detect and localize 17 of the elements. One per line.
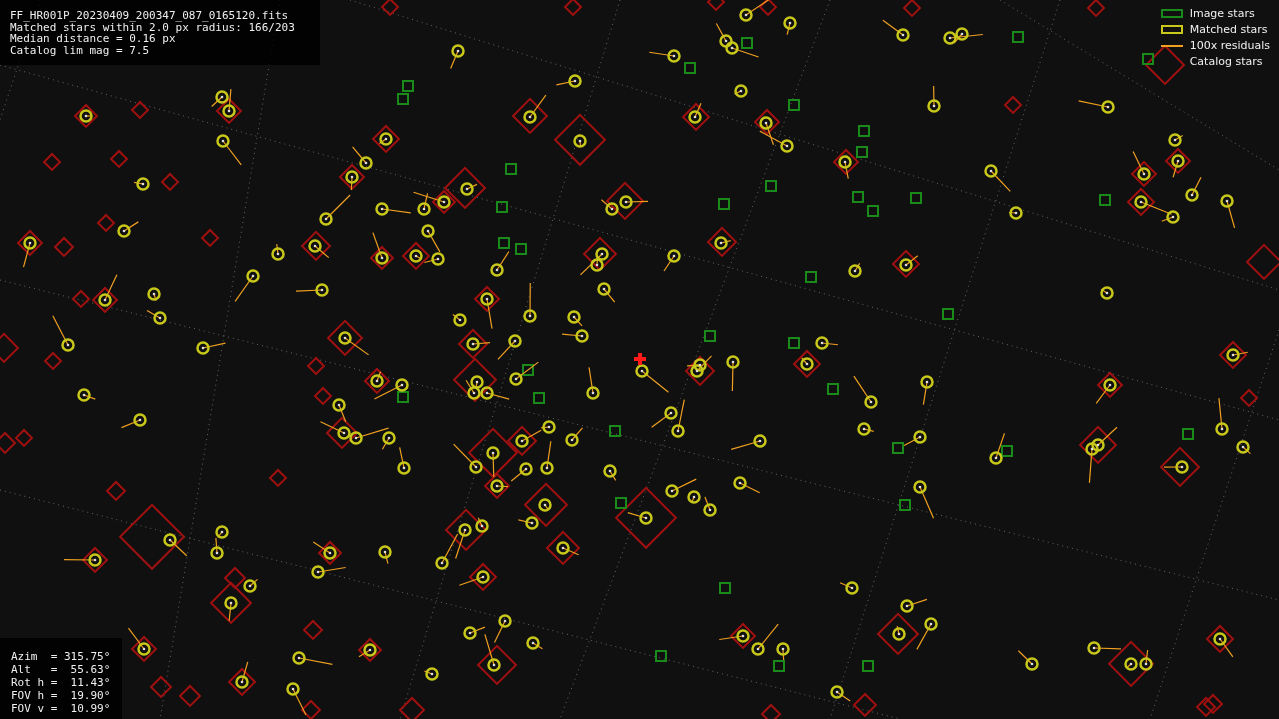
legend-swatch-icon [1160, 25, 1183, 34]
legend-label: Catalog stars [1189, 55, 1263, 68]
info-text: FF_HR001P_20230409_200347_087_0165120.fits [10, 10, 290, 22]
pointing-text: FOV h = 19.90° [11, 689, 112, 702]
legend-label: Image stars [1189, 7, 1255, 20]
info-text: Median distance = 0.16 px [10, 33, 176, 45]
pointing-text: Azim = 315.75° [11, 650, 112, 663]
pointing-text: Alt = 55.63° [11, 663, 112, 676]
pointing-text: Rot h = 11.43° [11, 676, 112, 689]
legend-line-icon [1160, 44, 1183, 47]
legend-swatch-icon [1160, 9, 1183, 18]
info-text: Matched stars within 2.0 px radius: 166/203 [10, 21, 296, 33]
center-cross-icon [634, 353, 646, 365]
legend-label: Matched stars [1189, 23, 1268, 36]
info-text: Catalog lim mag = 7.5 [10, 44, 151, 56]
pointing-text: FOV v = 10.99° [11, 702, 112, 715]
legend-label: 100x residuals [1189, 39, 1270, 52]
